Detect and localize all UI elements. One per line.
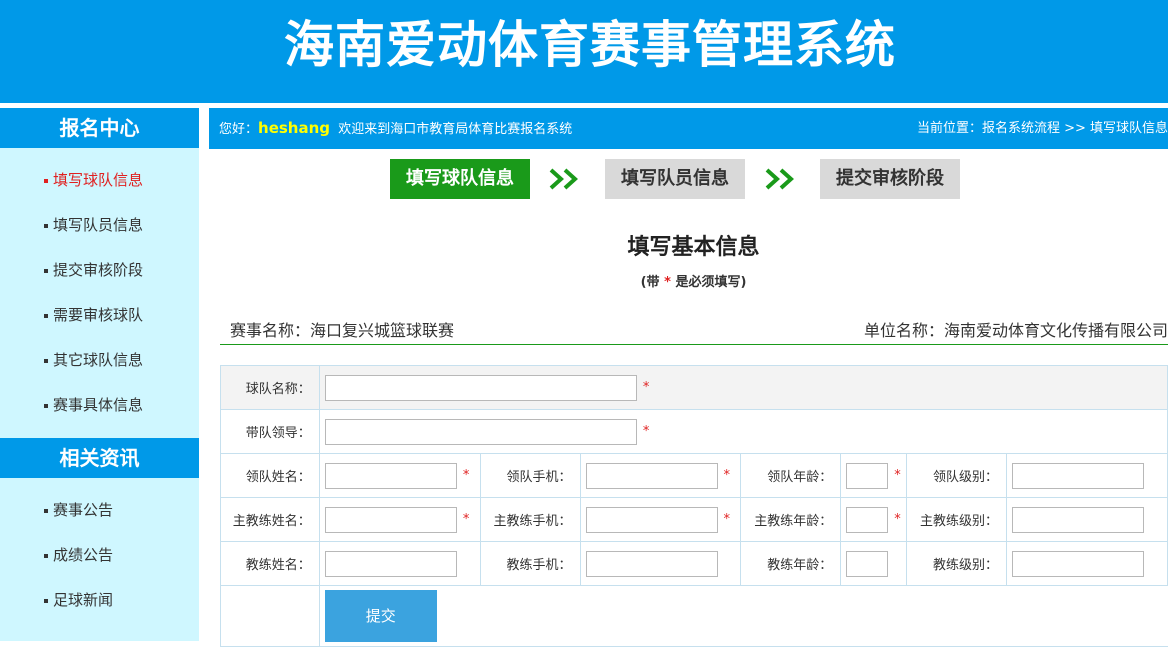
coach-age-label: 教练年龄： [740,541,842,586]
head-coach-name-input[interactable] [324,506,457,533]
captain-phone-input[interactable] [585,462,718,489]
head-coach-phone-label: 主教练手机： [479,497,581,542]
captain-age-label: 领队年龄： [740,453,842,498]
sidebar-item-other-teams[interactable]: 其它球队信息 [0,338,199,383]
top-info-bar: 您好：heshang 欢迎来到海口市教育局体育比赛报名系统 当前位置：报名系统流… [209,108,1168,149]
sidebar-registration-list: 填写球队信息 填写队员信息 提交审核阶段 需要审核球队 其它球队信息 赛事具体信… [0,148,199,438]
team-name-label: 球队名称： [220,365,320,410]
event-info-line: 赛事名称：海口复兴城篮球联赛 单位名称：海南爱动体育文化传播有限公司 [220,313,1168,345]
captain-level-input[interactable] [1011,462,1144,489]
head-coach-age-label: 主教练年龄： [740,497,842,542]
head-coach-age-input[interactable] [846,506,889,533]
form-row: 球队名称： * [220,365,1168,410]
step-fill-player-info: 填写队员信息 [605,159,745,199]
sidebar-section-title-news: 相关资讯 [0,438,199,478]
team-info-form: 球队名称： * 带队领导： * 领队姓名： * 领队手机： * 领队年龄： * … [220,365,1168,647]
sidebar-news-list: 赛事公告 成绩公告 足球新闻 [0,478,199,633]
coach-level-input[interactable] [1011,550,1144,577]
form-row: 提交 [220,585,1168,647]
sidebar-item-event-notice[interactable]: 赛事公告 [0,488,199,533]
sidebar-item-football-news[interactable]: 足球新闻 [0,578,199,623]
organization-name: 单位名称：海南爱动体育文化传播有限公司 [863,321,1168,340]
head-coach-level-label: 主教练级别： [906,497,1007,542]
captain-phone-label: 领队手机： [479,453,581,498]
head-coach-level-input[interactable] [1011,506,1144,533]
breadcrumb: 当前位置：报名系统流程 >> 填写球队信息 [916,121,1168,136]
captain-name-input[interactable] [324,462,457,489]
team-name-input[interactable] [324,374,637,401]
coach-level-label: 教练级别： [906,541,1007,586]
double-chevron-right-icon [765,168,794,190]
sidebar-item-results-notice[interactable]: 成绩公告 [0,533,199,578]
sidebar-item-submit-review[interactable]: 提交审核阶段 [0,248,199,293]
step-fill-team-info: 填写球队信息 [390,159,530,199]
sidebar-section-title-registration: 报名中心 [0,108,199,148]
captain-level-label: 领队级别： [906,453,1007,498]
captain-age-input[interactable] [846,462,889,489]
sidebar-item-fill-team-info[interactable]: 填写球队信息 [0,158,199,203]
form-title: 填写基本信息 [627,235,760,260]
step-submit-review: 提交审核阶段 [820,159,960,199]
leader-input[interactable] [324,418,637,445]
username: heshang [258,119,331,137]
progress-steps: 填写球队信息 填写队员信息 提交审核阶段 [209,159,1168,199]
form-subtitle: (带 * 是必须填写) [640,275,747,290]
coach-phone-input[interactable] [585,550,718,577]
welcome-text: 欢迎来到海口市教育局体育比赛报名系统 [338,122,573,137]
event-name: 赛事名称：海口复兴城篮球联赛 [230,321,455,340]
coach-name-input[interactable] [324,550,457,577]
sidebar: 报名中心 填写球队信息 填写队员信息 提交审核阶段 需要审核球队 其它球队信息 … [0,108,199,641]
head-coach-name-label: 主教练姓名： [220,497,320,542]
main-content: 您好：heshang 欢迎来到海口市教育局体育比赛报名系统 当前位置：报名系统流… [209,108,1168,647]
sidebar-item-event-details[interactable]: 赛事具体信息 [0,383,199,428]
coach-age-input[interactable] [846,550,889,577]
double-chevron-right-icon [549,168,578,190]
head-coach-phone-input[interactable] [585,506,718,533]
form-row: 带队领导： * [220,409,1168,454]
form-row: 主教练姓名： * 主教练手机： * 主教练年龄： * 主教练级别： [220,497,1168,542]
form-row: 领队姓名： * 领队手机： * 领队年龄： * 领队级别： [220,453,1168,498]
greeting: 您好：heshang 欢迎来到海口市教育局体育比赛报名系统 [219,119,573,137]
submit-button[interactable]: 提交 [324,590,437,642]
coach-name-label: 教练姓名： [220,541,320,586]
leader-label: 带队领导： [220,409,320,454]
sidebar-item-teams-to-review[interactable]: 需要审核球队 [0,293,199,338]
sidebar-item-fill-player-info[interactable]: 填写队员信息 [0,203,199,248]
coach-phone-label: 教练手机： [479,541,581,586]
header-banner: 海南爱动体育赛事管理系统 [0,0,1168,103]
system-title: 海南爱动体育赛事管理系统 [284,16,896,74]
captain-name-label: 领队姓名： [220,453,320,498]
form-row: 教练姓名： 教练手机： 教练年龄： 教练级别： [220,541,1168,586]
